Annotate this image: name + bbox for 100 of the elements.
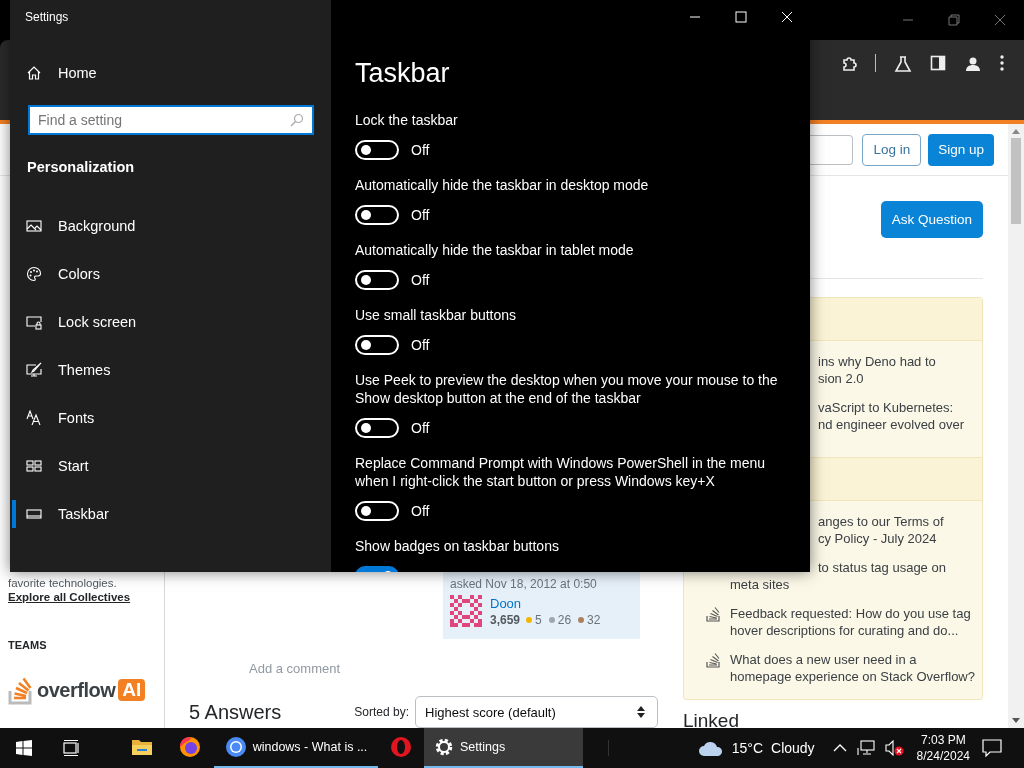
browser-icon bbox=[224, 736, 247, 758]
nav-item[interactable]: Start bbox=[10, 442, 331, 490]
sort-label: Sorted by: bbox=[354, 705, 409, 719]
blog-link-line[interactable]: anges to our Terms of bbox=[818, 513, 944, 530]
taskbar-app[interactable]: windows - What is ... bbox=[214, 728, 378, 768]
ask-question-button[interactable]: Ask Question bbox=[880, 201, 983, 238]
stack-icon bbox=[706, 606, 720, 622]
nav-item[interactable]: Lock screen bbox=[10, 298, 331, 346]
profile-icon[interactable] bbox=[964, 55, 982, 73]
badge-count: 32 bbox=[587, 612, 601, 627]
clock[interactable]: 7:03 PM 8/24/2024 bbox=[916, 728, 970, 768]
blog-link-line[interactable]: meta sites bbox=[730, 576, 790, 593]
toggle-state: Off bbox=[411, 503, 430, 519]
image-icon bbox=[26, 218, 42, 234]
sort-arrows-icon bbox=[637, 706, 645, 718]
more-icon[interactable] bbox=[1000, 55, 1004, 71]
linked-heading: Linked bbox=[683, 711, 740, 728]
restore-icon[interactable] bbox=[948, 14, 960, 26]
nav-item[interactable]: Colors bbox=[10, 250, 331, 298]
setting-label: Show badges on taskbar buttons bbox=[355, 537, 560, 555]
scrollbar-thumb[interactable] bbox=[1011, 138, 1021, 224]
blog-link-line[interactable]: homepage experience on Stack Overflow? bbox=[730, 668, 975, 685]
network-icon[interactable] bbox=[856, 740, 875, 756]
blog-link-line[interactable]: sion 2.0 bbox=[818, 370, 864, 387]
avatar bbox=[450, 595, 482, 627]
blog-link-line[interactable]: ins why Deno had to bbox=[818, 353, 936, 370]
blog-link-line[interactable]: hover descriptions for curating and do... bbox=[730, 622, 959, 639]
gear-icon bbox=[434, 737, 454, 757]
home-icon bbox=[26, 65, 42, 81]
toggle-state: Off bbox=[411, 207, 430, 223]
toggle-state: Off bbox=[411, 272, 430, 288]
asked-date: asked Nov 18, 2012 at 0:50 bbox=[450, 577, 598, 591]
badge-count: 26 bbox=[557, 612, 572, 627]
weather-widget[interactable]: 15°C Cloudy bbox=[697, 728, 815, 768]
collectives-text: favorite technologies. bbox=[8, 577, 118, 589]
taskbar-app[interactable]: Settings bbox=[424, 728, 583, 768]
reputation: 3,659 bbox=[490, 612, 521, 627]
home-nav-item[interactable]: Home bbox=[10, 49, 331, 97]
blog-link-line[interactable]: vaScript to Kubernetes: bbox=[818, 399, 954, 416]
window-title: Settings bbox=[24, 9, 70, 26]
scroll-down-icon[interactable] bbox=[1012, 718, 1020, 724]
blog-link-line[interactable]: cy Policy - July 2024 bbox=[818, 530, 937, 547]
nav-item[interactable]: Themes bbox=[10, 346, 331, 394]
signup-button[interactable]: Sign up bbox=[928, 133, 994, 166]
cloud-icon bbox=[697, 740, 724, 756]
teams-heading: TEAMS bbox=[8, 639, 48, 651]
section-heading: Personalization bbox=[27, 159, 136, 175]
maximize-icon[interactable] bbox=[735, 11, 747, 23]
blog-link-line[interactable]: nd engineer evolved over bbox=[818, 416, 964, 433]
muted-speaker-icon[interactable] bbox=[884, 740, 905, 756]
setting-label: Automatically hide the taskbar in tablet mode bbox=[355, 241, 635, 259]
blog-link-line[interactable]: to status tag usage on bbox=[818, 559, 946, 576]
weather-condition: Cloudy bbox=[771, 740, 815, 756]
toggle-state: Off bbox=[411, 420, 430, 436]
collectives-link[interactable]: Explore all Collectives bbox=[8, 591, 131, 603]
search-field[interactable]: Find a setting bbox=[28, 105, 314, 135]
date: 8/24/2024 bbox=[916, 748, 970, 764]
answers-heading: 5 Answers bbox=[189, 700, 282, 724]
nav-item[interactable]: Taskbar bbox=[10, 490, 331, 538]
search-icon bbox=[290, 113, 304, 127]
notifications-icon[interactable] bbox=[982, 739, 1002, 757]
sidebar-icon[interactable] bbox=[930, 55, 946, 71]
setting-label: Use small taskbar buttons bbox=[355, 306, 518, 324]
scrollbar[interactable] bbox=[1008, 124, 1024, 728]
logo-text: overflow bbox=[37, 678, 116, 702]
palette-icon bbox=[26, 266, 42, 282]
toggle-state: Off bbox=[411, 142, 430, 158]
ring-icon bbox=[390, 736, 412, 758]
time: 7:03 PM bbox=[920, 732, 966, 748]
chevron-up-icon[interactable] bbox=[832, 744, 847, 752]
badge-count: 5 bbox=[535, 612, 542, 627]
taskbar-icon bbox=[26, 506, 42, 522]
setting-label: Replace Command Prompt with Windows PowerShell in the menu when I right-click the start button or press Windows key+X bbox=[355, 454, 767, 490]
user-name[interactable]: Doon bbox=[490, 595, 605, 611]
setting-label: Automatically hide the taskbar in desktop mode bbox=[355, 176, 650, 194]
login-button[interactable]: Log in bbox=[862, 133, 922, 166]
setting-label: Use Peek to preview the desktop when you move your mouse to the Show desktop button at the end of the taskbar bbox=[355, 371, 779, 407]
temperature: 15°C bbox=[731, 740, 763, 756]
logo-icon bbox=[8, 675, 34, 705]
puzzle-icon[interactable] bbox=[841, 55, 859, 73]
toggle-state: Off bbox=[411, 337, 430, 353]
task-view-icon[interactable] bbox=[62, 740, 80, 756]
sort-select[interactable]: Highest score (default) bbox=[415, 696, 658, 728]
scroll-up-icon[interactable] bbox=[1012, 128, 1020, 134]
nav-item[interactable]: Fonts bbox=[10, 394, 331, 442]
flame-globe-icon bbox=[179, 736, 201, 758]
brush-monitor-icon bbox=[26, 362, 42, 378]
lock-screen-icon bbox=[26, 314, 42, 330]
page-title: Taskbar bbox=[355, 57, 451, 90]
setting-label: Lock the taskbar bbox=[355, 111, 459, 129]
blog-link-line[interactable]: What does a new user need in a bbox=[730, 651, 917, 668]
fonts-icon bbox=[26, 410, 42, 426]
windows-start-icon[interactable] bbox=[15, 740, 32, 756]
nav-item[interactable]: Background bbox=[10, 202, 331, 250]
flask-icon[interactable] bbox=[894, 55, 912, 73]
home-label: Home bbox=[58, 65, 97, 81]
tiles-icon bbox=[26, 458, 42, 474]
blog-link-line[interactable]: Feedback requested: How do you use tag bbox=[730, 605, 971, 622]
folder-icon bbox=[131, 738, 153, 756]
logo-badge: AI bbox=[118, 679, 146, 701]
